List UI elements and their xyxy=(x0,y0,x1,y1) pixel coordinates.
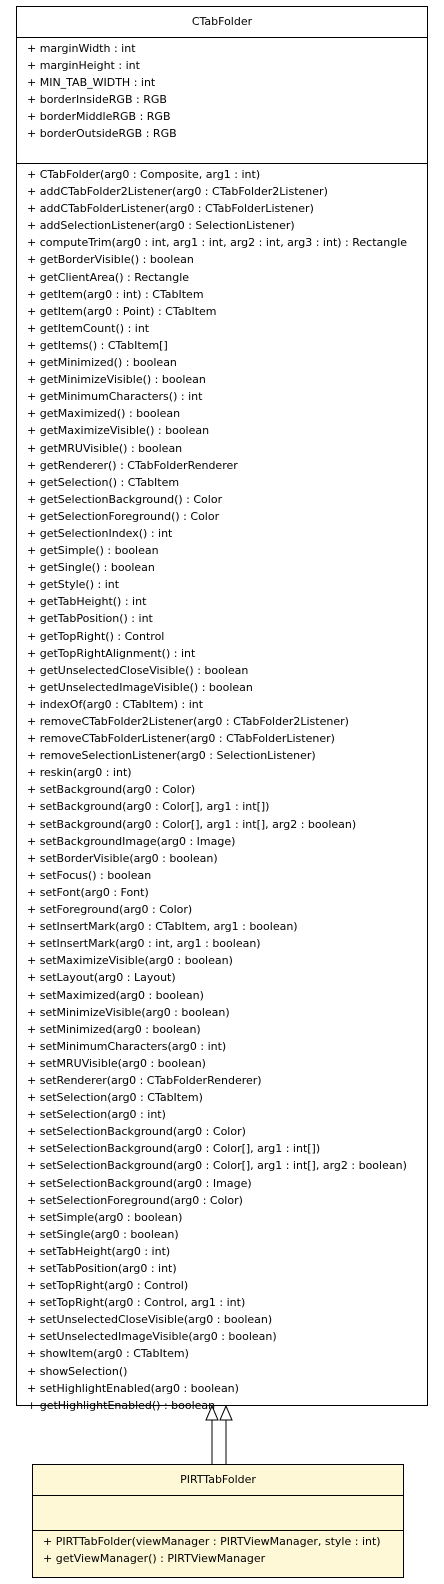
generalization-arrow-left xyxy=(205,1404,219,1464)
generalization-arrow-right xyxy=(219,1404,233,1464)
generalization-arrows xyxy=(205,1404,233,1464)
